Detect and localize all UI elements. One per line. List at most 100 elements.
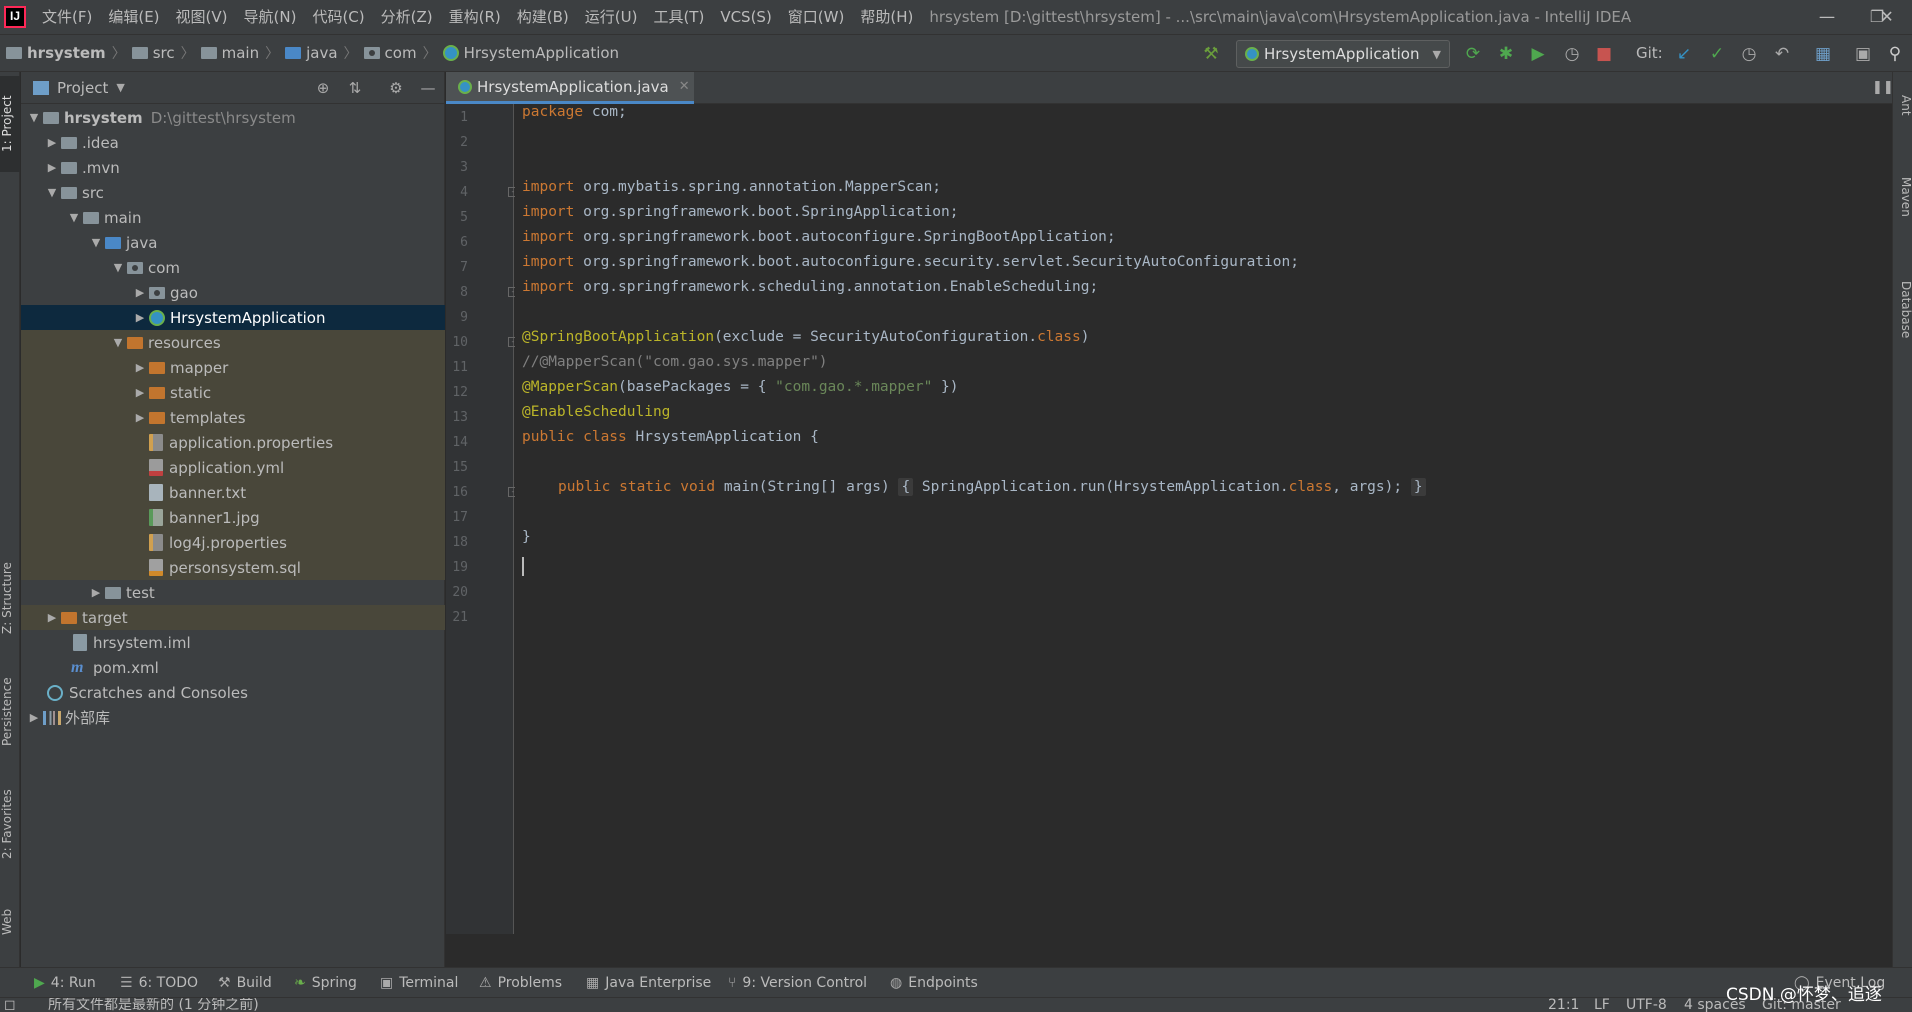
tree-item-banner1-jpg[interactable]: banner1.jpg xyxy=(21,505,445,530)
tool-version-control[interactable]: ⑂ 9: Version Control xyxy=(728,968,867,998)
breadcrumb-src[interactable]: src 〉 xyxy=(126,43,195,63)
tree-item-java[interactable]: ▼ java xyxy=(21,230,445,255)
tool-terminal[interactable]: ▣ Terminal xyxy=(380,968,458,998)
breadcrumb-main[interactable]: main 〉 xyxy=(195,43,279,63)
project-structure-icon[interactable]: ▦ xyxy=(1812,43,1834,65)
stop-icon[interactable]: ■ xyxy=(1593,43,1615,65)
search-icon[interactable]: ⚲ xyxy=(1884,43,1906,65)
tree-item-log4j-properties[interactable]: log4j.properties xyxy=(21,530,445,555)
line-number: 20 xyxy=(452,585,468,600)
menu-code[interactable]: 代码(C) xyxy=(304,0,372,34)
tool-tab-persistence[interactable]: Persistence xyxy=(0,662,20,762)
tree-item-mapper[interactable]: ▶ mapper xyxy=(21,355,445,380)
profile-icon[interactable]: ◷ xyxy=(1561,43,1583,65)
tool-problems[interactable]: ⚠ Problems xyxy=(479,968,562,998)
status-bar: ◻ 所有文件都是最新的 (1 分钟之前) 21:1 LF UTF-8 4 spa… xyxy=(0,997,1912,1012)
git-history-icon[interactable]: ◷ xyxy=(1738,43,1760,65)
breadcrumb-class[interactable]: HrsystemApplication xyxy=(437,44,619,62)
maven-icon: m xyxy=(71,658,84,676)
git-rollback-icon[interactable]: ↶ xyxy=(1771,43,1793,65)
tree-item-scratches[interactable]: Scratches and Consoles xyxy=(21,680,445,705)
tree-item-templates[interactable]: ▶ templates xyxy=(21,405,445,430)
terminal-toggle-icon[interactable]: ▣ xyxy=(1852,43,1874,65)
tree-item-resources[interactable]: ▼ resources xyxy=(21,330,445,355)
tree-item-personsystem-sql[interactable]: personsystem.sql xyxy=(21,555,445,580)
gear-icon[interactable]: ⚙ xyxy=(386,78,406,98)
menu-help[interactable]: 帮助(H) xyxy=(852,0,921,34)
tool-tab-maven[interactable]: Maven xyxy=(1893,152,1912,242)
breadcrumb-java[interactable]: java 〉 xyxy=(279,43,358,63)
menu-edit[interactable]: 编辑(E) xyxy=(100,0,167,34)
run-config-select[interactable]: HrsystemApplication ▼ xyxy=(1236,40,1450,68)
menu-vcs[interactable]: VCS(S) xyxy=(712,0,779,34)
tool-tab-favorites[interactable]: 2: Favorites xyxy=(0,772,20,876)
menu-view[interactable]: 视图(V) xyxy=(168,0,236,34)
coverage-icon[interactable]: ▶ xyxy=(1527,43,1549,65)
tree-item-com[interactable]: ▼ com xyxy=(21,255,445,280)
tool-spring[interactable]: ❧ Spring xyxy=(294,968,357,998)
build-hammer-icon[interactable]: ⚒ xyxy=(1200,43,1222,65)
tree-item-external-libraries[interactable]: ▶ 外部库 xyxy=(21,705,445,730)
tree-item-hrsystem-application[interactable]: ▶ HrsystemApplication xyxy=(21,305,445,330)
collapse-all-icon[interactable]: ⇅ xyxy=(345,78,365,98)
tree-item-src[interactable]: ▼ src xyxy=(21,180,445,205)
tree-item-hrsystem-iml[interactable]: hrsystem.iml xyxy=(21,630,445,655)
breadcrumb-project[interactable]: hrsystem 〉 xyxy=(0,43,126,63)
tool-java-enterprise[interactable]: ▦ Java Enterprise xyxy=(586,968,711,998)
expanded-arrow-icon: ▼ xyxy=(113,336,123,349)
tree-item-application-properties[interactable]: application.properties xyxy=(21,430,445,455)
minimize-icon-glyph[interactable]: — xyxy=(1802,0,1852,34)
tool-tab-ant[interactable]: Ant xyxy=(1893,80,1912,130)
caret-position[interactable]: 21:1 xyxy=(1548,998,1579,1012)
menu-run[interactable]: 运行(U) xyxy=(577,0,646,34)
tool-endpoints[interactable]: ◍ Endpoints xyxy=(890,968,978,998)
tool-run[interactable]: ▶ 4: Run xyxy=(34,968,96,998)
tree-item-mvn[interactable]: ▶ .mvn xyxy=(21,155,445,180)
menu-window[interactable]: 窗口(W) xyxy=(780,0,853,34)
tree-item-application-yml[interactable]: application.yml xyxy=(21,455,445,480)
code-editor[interactable]: package com; import org.mybatis.spring.a… xyxy=(515,104,1892,934)
hide-icon[interactable]: — xyxy=(418,78,438,98)
tool-tab-web[interactable]: Web xyxy=(0,892,20,952)
menu-build[interactable]: 构建(B) xyxy=(509,0,577,34)
breadcrumb-com[interactable]: com 〉 xyxy=(358,43,437,63)
tree-item-static[interactable]: ▶ static xyxy=(21,380,445,405)
tree-item-test[interactable]: ▶ test xyxy=(21,580,445,605)
tool-tab-database[interactable]: Database xyxy=(1893,260,1912,360)
rerun-icon[interactable]: ⟳ xyxy=(1462,43,1484,65)
status-toggle-icon[interactable]: ◻ xyxy=(4,998,16,1012)
hammer-icon: ⚒ xyxy=(218,975,231,991)
tree-item-idea[interactable]: ▶ .idea xyxy=(21,130,445,155)
editor-tab-hrsystem-application[interactable]: HrsystemApplication.java ✕ xyxy=(446,72,694,104)
folder-icon xyxy=(61,186,77,199)
tool-build[interactable]: ⚒ Build xyxy=(218,968,272,998)
pause-icon[interactable]: ❚❚ xyxy=(1872,80,1894,95)
menu-refactor[interactable]: 重构(R) xyxy=(441,0,509,34)
chevron-down-icon[interactable]: ▼ xyxy=(116,81,124,94)
menu-tools[interactable]: 工具(T) xyxy=(645,0,712,34)
tree-item-hrsystem[interactable]: ▼ hrsystem D:\gittest\hrsystem xyxy=(21,105,445,130)
properties-file-icon xyxy=(149,434,163,451)
git-update-icon[interactable]: ↙ xyxy=(1673,43,1695,65)
close-icon[interactable]: ✕ xyxy=(1862,0,1912,34)
close-tab-icon[interactable]: ✕ xyxy=(679,79,690,94)
debug-icon[interactable]: ✱ xyxy=(1495,43,1517,65)
menu-file[interactable]: 文件(F) xyxy=(34,0,100,34)
tool-todo[interactable]: ☰ 6: TODO xyxy=(120,968,198,998)
tool-tab-structure[interactable]: Z: Structure xyxy=(0,544,20,652)
line-separator[interactable]: LF xyxy=(1594,998,1610,1012)
tree-item-target[interactable]: ▶ target xyxy=(21,605,445,630)
tree-item-pom-xml[interactable]: m pom.xml xyxy=(21,655,445,680)
tool-tab-project[interactable]: 1: Project xyxy=(0,76,20,172)
locate-icon[interactable]: ⊕ xyxy=(313,78,333,98)
tree-item-banner-txt[interactable]: banner.txt xyxy=(21,480,445,505)
menu-analyze[interactable]: 分析(Z) xyxy=(373,0,441,34)
line-number: 19 xyxy=(452,560,468,575)
project-view-title[interactable]: Project xyxy=(57,79,108,97)
file-encoding[interactable]: UTF-8 xyxy=(1626,998,1667,1012)
menu-navigate[interactable]: 导航(N) xyxy=(236,0,305,34)
git-commit-icon[interactable]: ✓ xyxy=(1706,43,1728,65)
left-tool-strip: 1: Project Z: Structure Persistence 2: F… xyxy=(0,72,20,967)
tree-item-gao[interactable]: ▶ gao xyxy=(21,280,445,305)
tree-item-main[interactable]: ▼ main xyxy=(21,205,445,230)
